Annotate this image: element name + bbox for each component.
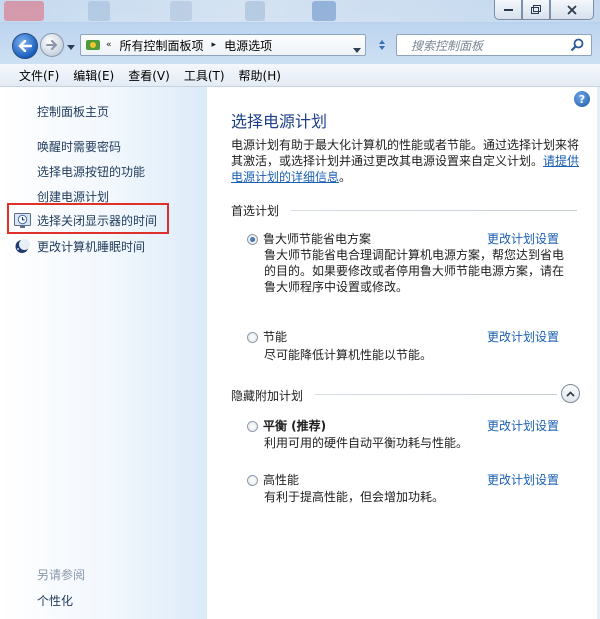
refresh-icon xyxy=(379,40,385,50)
maximize-button[interactable] xyxy=(522,0,550,20)
plan-name-balanced[interactable]: 平衡 (推荐) xyxy=(263,417,326,434)
desktop-ghost-icon xyxy=(4,1,44,21)
menu-bar: 文件(F) 编辑(E) 查看(V) 工具(T) 帮助(H) xyxy=(0,64,600,87)
sidebar-item-power-buttons[interactable]: 选择电源按钮的功能 xyxy=(37,163,145,180)
collapse-hidden-plans-button[interactable] xyxy=(561,384,580,403)
sidebar-item-personalize[interactable]: 个性化 xyxy=(37,592,73,609)
section-divider xyxy=(291,210,577,211)
close-button[interactable] xyxy=(550,0,594,20)
address-overflow[interactable]: « xyxy=(101,40,117,50)
preferred-plans-heading: 首选计划 xyxy=(231,204,280,218)
minimize-button[interactable] xyxy=(494,0,522,20)
see-also-heading: 另请参阅 xyxy=(37,568,86,582)
plan-desc-power-saver: 尽可能降低计算机性能以节能。 xyxy=(264,348,433,362)
refresh-button[interactable] xyxy=(372,36,392,54)
desktop-ghost-icon xyxy=(170,1,192,21)
change-plan-settings-balanced[interactable]: 更改计划设置 xyxy=(487,417,559,434)
help-icon[interactable]: ? xyxy=(574,91,590,107)
restore-icon xyxy=(531,5,541,14)
intro-text: 电源计划有助于最大化计算机的性能或者节能。通过选择计划来将其激活，或选择计划并通… xyxy=(231,138,580,168)
breadcrumb-all-items[interactable]: 所有控制面板项 xyxy=(117,37,207,54)
window-controls xyxy=(494,0,594,20)
search-input[interactable]: 搜索控制面板 xyxy=(396,34,592,56)
arrow-right-icon xyxy=(46,40,58,50)
task-pane: 控制面板主页 唤醒时需要密码 选择电源按钮的功能 创建电源计划 选择关闭显示器的… xyxy=(0,87,207,619)
address-bar[interactable]: « 所有控制面板项 ▸ 电源选项 xyxy=(80,34,366,56)
plan-radio-ludashi[interactable] xyxy=(247,234,258,245)
plan-name-high-performance[interactable]: 高性能 xyxy=(263,471,299,488)
highlight-annotation-box xyxy=(7,203,169,234)
main-content: ? 选择电源计划 电源计划有助于最大化计算机的性能或者节能。通过选择计划来将其激… xyxy=(207,87,600,619)
intro-paragraph: 电源计划有助于最大化计算机的性能或者节能。通过选择计划来将其激活，或选择计划并通… xyxy=(231,137,585,185)
sidebar-item-wake-password[interactable]: 唤醒时需要密码 xyxy=(37,138,121,155)
sidebar-item-sleep-time[interactable]: 更改计算机睡眠时间 xyxy=(14,238,145,255)
desktop-ghost-icon xyxy=(312,1,336,21)
plan-radio-balanced[interactable] xyxy=(247,421,258,432)
plan-radio-high-performance[interactable] xyxy=(247,475,258,486)
breadcrumb-power-options[interactable]: 电源选项 xyxy=(221,37,275,54)
breadcrumb-separator-icon[interactable]: ▸ xyxy=(207,40,222,50)
recent-pages-button[interactable] xyxy=(66,42,76,52)
plan-desc-high-performance: 有利于提高性能，但会增加功耗。 xyxy=(264,490,445,504)
menu-file[interactable]: 文件(F) xyxy=(12,67,66,84)
page-title: 选择电源计划 xyxy=(231,112,328,131)
minimize-icon xyxy=(503,9,513,11)
hidden-plans-heading: 隐藏附加计划 xyxy=(231,389,304,403)
change-plan-settings-power-saver[interactable]: 更改计划设置 xyxy=(487,328,559,345)
menu-edit[interactable]: 编辑(E) xyxy=(66,67,121,84)
chevron-down-icon xyxy=(67,44,75,50)
chevron-up-icon xyxy=(566,390,575,397)
menu-view[interactable]: 查看(V) xyxy=(121,67,177,84)
arrow-left-icon xyxy=(18,40,32,52)
radio-selected-dot xyxy=(250,237,255,242)
plan-desc-ludashi: 鲁大师节能省电合理调配计算机电源方案，帮您达到省电的目的。如果要修改或者停用鲁大… xyxy=(264,248,565,294)
desktop-ghost-icon xyxy=(88,1,110,21)
plan-name-ludashi[interactable]: 鲁大师节能省电方案 xyxy=(263,230,371,247)
section-divider xyxy=(315,394,557,395)
change-plan-settings-ludashi[interactable]: 更改计划设置 xyxy=(487,230,559,247)
search-icon[interactable] xyxy=(570,38,584,55)
plan-name-power-saver[interactable]: 节能 xyxy=(263,328,287,345)
plan-radio-power-saver[interactable] xyxy=(247,332,258,343)
intro-end: 。 xyxy=(339,170,352,184)
address-dropdown-icon[interactable] xyxy=(353,42,361,56)
sidebar-item-label: 更改计算机睡眠时间 xyxy=(37,240,146,254)
moon-icon xyxy=(14,239,31,254)
search-placeholder: 搜索控制面板 xyxy=(411,38,484,53)
close-icon xyxy=(567,4,577,15)
forward-button[interactable] xyxy=(40,33,64,57)
window-title-bar: « 所有控制面板项 ▸ 电源选项 搜索控制面板 xyxy=(0,0,600,64)
change-plan-settings-high-performance[interactable]: 更改计划设置 xyxy=(487,471,559,488)
desktop-ghost-icon xyxy=(245,1,265,21)
control-panel-icon xyxy=(85,37,101,53)
sidebar-control-panel-home[interactable]: 控制面板主页 xyxy=(37,103,109,120)
back-button[interactable] xyxy=(12,33,38,59)
plan-desc-balanced: 利用可用的硬件自动平衡功耗与性能。 xyxy=(264,436,469,450)
menu-help[interactable]: 帮助(H) xyxy=(232,67,288,84)
menu-tools[interactable]: 工具(T) xyxy=(177,67,232,84)
